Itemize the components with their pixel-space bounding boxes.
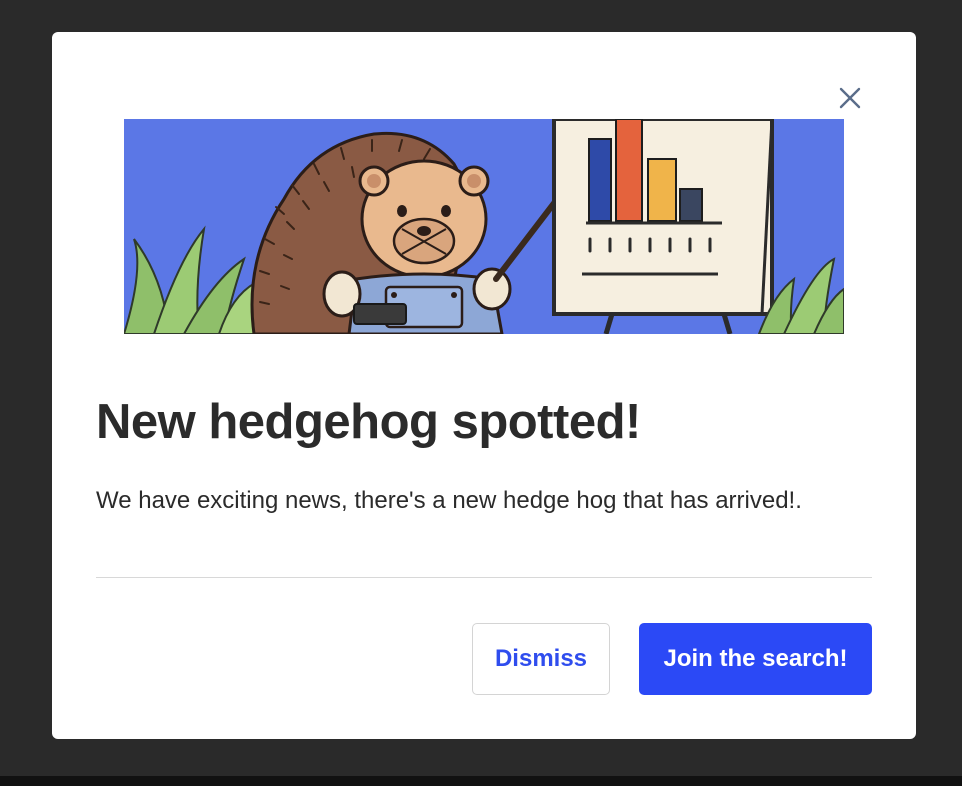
announcement-modal: New hedgehog spotted! We have exciting n… [52,32,916,739]
page-bottom-strip [0,776,962,786]
dismiss-button[interactable]: Dismiss [472,623,610,695]
modal-title: New hedgehog spotted! [96,395,641,449]
footer-divider [96,577,872,578]
close-button[interactable] [834,82,866,114]
close-icon [839,87,861,109]
join-search-button[interactable]: Join the search! [639,623,872,695]
easel-chart-board [552,119,774,334]
modal-body-text: We have exciting news, there's a new hed… [96,487,802,514]
hedgehog-illustration [124,119,844,334]
